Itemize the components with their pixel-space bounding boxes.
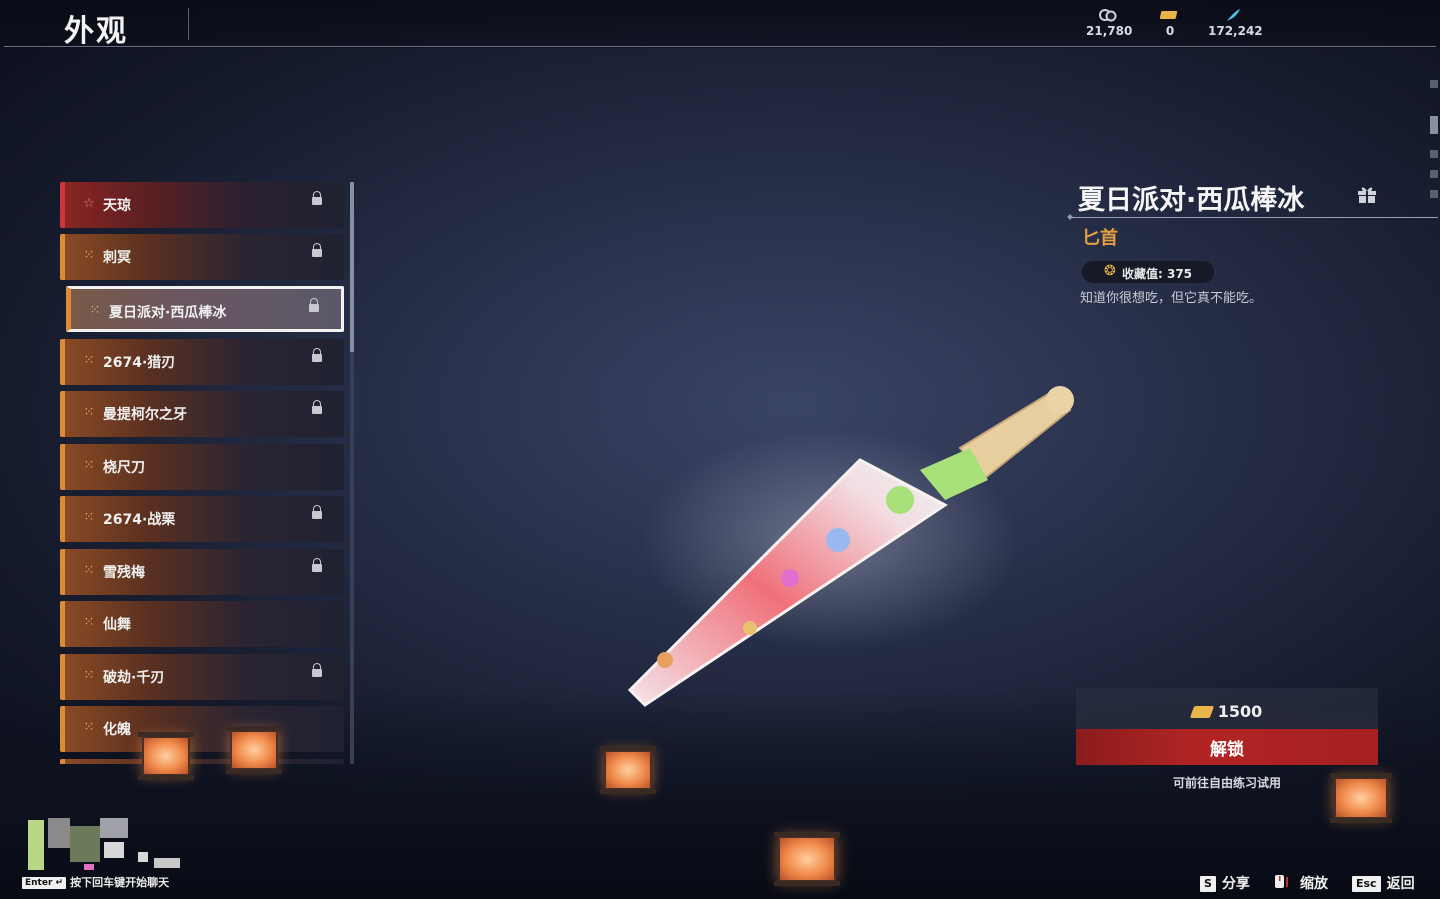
lantern-decoration bbox=[138, 732, 194, 780]
back-button[interactable]: Esc 返回 bbox=[1352, 873, 1415, 893]
lantern-decoration bbox=[226, 726, 282, 774]
knot-icon: ⁙ bbox=[83, 248, 95, 263]
list-item-raochidao[interactable]: ⁙ 桡尺刀 bbox=[60, 444, 344, 490]
lock-icon bbox=[312, 348, 322, 362]
item-description: 知道你很想吃，但它真不能吃。 bbox=[1080, 291, 1263, 306]
unlock-button[interactable]: 解锁 bbox=[1076, 729, 1378, 765]
list-item-label: 夏日派对·西瓜棒冰 bbox=[109, 305, 227, 321]
lock-icon bbox=[312, 505, 322, 519]
side-marker bbox=[1430, 150, 1438, 158]
list-item-label: 破劫·千刃 bbox=[103, 670, 165, 686]
currency-tickets: 0 bbox=[1156, 8, 1184, 38]
lock-icon bbox=[312, 558, 322, 572]
gift-icon[interactable] bbox=[1357, 185, 1377, 203]
top-divider bbox=[4, 46, 1436, 47]
zoom-label: 缩放 bbox=[1300, 876, 1328, 892]
side-marker bbox=[1430, 190, 1438, 198]
list-item-huapo[interactable]: ⁙ 化魄 bbox=[60, 706, 344, 752]
detail-divider bbox=[1072, 217, 1438, 218]
knot-icon: ⁙ bbox=[83, 458, 95, 473]
list-item-label: 仙舞 bbox=[103, 617, 131, 633]
price-display: 1500 bbox=[1076, 702, 1378, 721]
item-type: 匕首 bbox=[1082, 228, 1118, 249]
currency-feathers-value: 172,242 bbox=[1208, 24, 1263, 38]
list-item-watermelon-popsicle[interactable]: ⁙ 夏日派对·西瓜棒冰 bbox=[66, 286, 344, 332]
weapon-preview-model[interactable] bbox=[600, 370, 1100, 720]
key-s-badge: S bbox=[1200, 876, 1216, 892]
appearance-list: ☆ 天琼 ⁙ 刺冥 ⁙ 夏日派对·西瓜棒冰 ⁙ 2674·猎刃 ⁙ 曼提柯尔之牙… bbox=[60, 182, 344, 764]
ticket-icon bbox=[1156, 8, 1184, 24]
zoom-button[interactable]: 缩放 bbox=[1274, 873, 1328, 894]
list-item-label: 桡尺刀 bbox=[103, 460, 145, 476]
knot-icon: ⁙ bbox=[83, 563, 95, 578]
currency-coins-value: 21,780 bbox=[1086, 24, 1133, 38]
list-item-label: 2674·猎刃 bbox=[103, 355, 176, 371]
back-label: 返回 bbox=[1386, 876, 1415, 892]
lantern-decoration bbox=[600, 746, 656, 794]
list-item-2674-lierren[interactable]: ⁙ 2674·猎刃 bbox=[60, 339, 344, 385]
share-label: 分享 bbox=[1221, 876, 1250, 892]
price-value: 1500 bbox=[1217, 702, 1263, 721]
list-item-label: 曼提柯尔之牙 bbox=[103, 407, 187, 423]
list-item-manticore-fang[interactable]: ⁙ 曼提柯尔之牙 bbox=[60, 391, 344, 437]
item-name: 夏日派对·西瓜棒冰 bbox=[1078, 185, 1305, 216]
lock-icon bbox=[312, 243, 322, 257]
star-icon: ☆ bbox=[83, 196, 95, 211]
collection-value: 收藏值: 375 bbox=[1122, 267, 1193, 281]
chat-avatar-mosaic bbox=[28, 818, 184, 870]
list-item-tianqiong[interactable]: ☆ 天琼 bbox=[60, 182, 344, 228]
list-item-xianwu[interactable]: ⁙ 仙舞 bbox=[60, 601, 344, 647]
lock-icon bbox=[312, 663, 322, 677]
list-item-xuecanmei[interactable]: ⁙ 雪残梅 bbox=[60, 549, 344, 595]
list-scrollbar[interactable] bbox=[350, 182, 354, 764]
currency-coins: 21,780 bbox=[1086, 8, 1133, 38]
list-item-pojie-qianren[interactable]: ⁙ 破劫·千刃 bbox=[60, 654, 344, 700]
knot-icon: ⁙ bbox=[89, 303, 101, 318]
list-item-ciming[interactable]: ⁙ 刺冥 bbox=[60, 234, 344, 280]
side-marker bbox=[1430, 80, 1438, 88]
page-title: 外观 bbox=[64, 14, 128, 49]
chat-prompt[interactable]: Enter ↵ 按下回车键开始聊天 bbox=[22, 874, 169, 890]
coin-stack-icon bbox=[1086, 8, 1130, 24]
currency-tickets-value: 0 bbox=[1165, 24, 1175, 38]
list-item-label: 天琼 bbox=[103, 198, 131, 214]
side-marker bbox=[1430, 116, 1438, 134]
side-marker bbox=[1430, 170, 1438, 178]
list-scrollbar-thumb[interactable] bbox=[350, 182, 354, 352]
knot-icon: ⁙ bbox=[83, 510, 95, 525]
knot-icon: ⁙ bbox=[83, 668, 95, 683]
trial-hint: 可前往自由练习试用 bbox=[1172, 776, 1281, 790]
list-item-label: 化魄 bbox=[103, 722, 131, 738]
collection-icon: ❂ bbox=[1104, 263, 1116, 279]
list-item-2674-zhanli[interactable]: ⁙ 2674·战栗 bbox=[60, 496, 344, 542]
title-separator bbox=[188, 8, 189, 40]
collection-badge: ❂ 收藏值: 375 bbox=[1082, 261, 1214, 283]
knot-icon: ⁙ bbox=[83, 615, 95, 630]
mouse-icon bbox=[1274, 874, 1296, 894]
list-item-partial[interactable] bbox=[60, 759, 344, 764]
enter-key-badge: Enter ↵ bbox=[22, 877, 67, 889]
knot-icon: ⁙ bbox=[83, 720, 95, 735]
list-item-label: 2674·战栗 bbox=[103, 512, 176, 528]
lantern-decoration bbox=[774, 832, 840, 886]
list-item-label: 刺冥 bbox=[103, 250, 131, 266]
ticket-icon bbox=[1189, 706, 1214, 718]
feather-icon bbox=[1208, 8, 1258, 24]
lock-icon bbox=[309, 298, 319, 312]
share-button[interactable]: S 分享 bbox=[1200, 873, 1250, 893]
list-item-label: 雪残梅 bbox=[103, 565, 145, 581]
chat-hint-text: 按下回车键开始聊天 bbox=[70, 876, 170, 889]
lock-icon bbox=[312, 400, 322, 414]
lock-icon bbox=[312, 191, 322, 205]
key-esc-badge: Esc bbox=[1352, 876, 1381, 892]
currency-feathers: 172,242 bbox=[1208, 8, 1263, 38]
knot-icon: ⁙ bbox=[83, 353, 95, 368]
knot-icon: ⁙ bbox=[83, 405, 95, 420]
